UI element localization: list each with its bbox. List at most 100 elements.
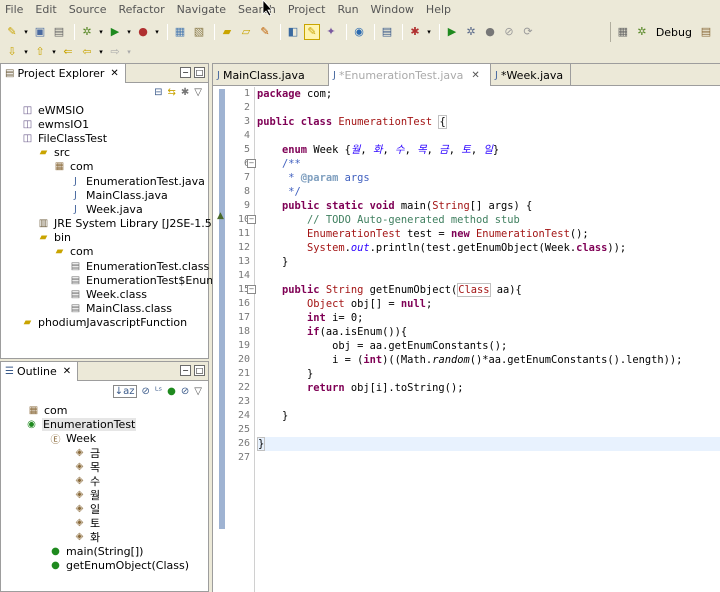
link-with-editor-icon[interactable]: ⇆ — [168, 87, 176, 98]
hide-non-public-icon[interactable]: ● — [167, 386, 176, 397]
sort-icon[interactable]: ↓az — [112, 384, 137, 398]
last-edit-location-icon[interactable]: ⇐ — [60, 44, 76, 60]
tab-mainclass-java[interactable]: J MainClass.java — [213, 64, 329, 86]
tab-week-java[interactable]: J *Week.java — [491, 64, 571, 86]
tree-item[interactable]: ▤ EnumerationTest$Enumte — [69, 273, 228, 288]
open-folder-icon[interactable]: ▱ — [238, 24, 254, 40]
tree-item[interactable]: ▤ Week.class — [69, 287, 147, 302]
hide-local-types-icon[interactable]: ⊘ — [181, 386, 189, 397]
open-perspective-icon[interactable]: ▦ — [615, 24, 631, 40]
back-icon[interactable]: ⇦ — [79, 44, 95, 60]
search-icon[interactable]: ✎ — [257, 24, 273, 40]
close-icon[interactable]: ✕ — [110, 68, 118, 79]
hide-static-icon[interactable]: ᴸˢ — [155, 386, 162, 397]
minimize-icon[interactable]: − — [180, 365, 191, 376]
mouse-cursor-icon — [262, 0, 273, 16]
hide-fields-icon[interactable]: ⊘ — [142, 386, 150, 397]
tree-item[interactable]: ◫ ewmsIO1 — [21, 117, 89, 132]
minimize-icon[interactable]: − — [180, 67, 191, 78]
run-icon[interactable]: ▶ — [107, 24, 123, 40]
dropdown-arrow-icon[interactable]: ▾ — [51, 44, 57, 60]
tree-item[interactable]: J EnumerationTest.java — [69, 174, 205, 189]
tree-item[interactable]: ▰ com — [53, 244, 94, 259]
debug-icon[interactable]: ✲ — [79, 24, 95, 40]
block-selection-icon[interactable]: ✦ — [323, 24, 339, 40]
menu-refactor[interactable]: Refactor — [114, 3, 172, 16]
dropdown-arrow-icon[interactable]: ▾ — [98, 44, 104, 60]
java-perspective-icon[interactable]: ▤ — [698, 24, 714, 40]
menu-run[interactable]: Run — [332, 3, 365, 16]
dropdown-arrow-icon[interactable]: ▾ — [126, 44, 132, 60]
fold-collapse-icon[interactable]: − — [247, 215, 256, 224]
fold-collapse-icon[interactable]: − — [247, 285, 256, 294]
menu-edit[interactable]: Edit — [30, 3, 63, 16]
debug-perspective-icon[interactable]: ✲ — [634, 24, 650, 40]
debug-perspective-label[interactable]: Debug — [656, 26, 692, 39]
tree-item[interactable]: ▥ JRE System Library [J2SE-1.5] — [37, 216, 216, 231]
dropdown-arrow-icon[interactable]: ▾ — [426, 24, 432, 40]
tab-project-explorer[interactable]: ▤ Project Explorer ✕ — [1, 64, 126, 83]
filter-icon[interactable]: ✱ — [181, 87, 189, 98]
globe-icon[interactable]: ◉ — [351, 24, 367, 40]
tree-item[interactable]: ▤ MainClass.class — [69, 301, 172, 316]
forward-icon[interactable]: ⇨ — [107, 44, 123, 60]
menu-navigate[interactable]: Navigate — [172, 3, 233, 16]
tree-item[interactable]: ▤ EnumerationTest.class — [69, 259, 209, 274]
menu-source[interactable]: Source — [64, 3, 114, 16]
server-icon[interactable]: ✱ — [407, 24, 423, 40]
dropdown-arrow-icon[interactable]: ▾ — [98, 24, 104, 40]
collapse-all-icon[interactable]: ⊟ — [154, 87, 162, 98]
tree-item[interactable]: ▰ src — [37, 145, 70, 160]
previous-annotation-icon[interactable]: ⇧ — [32, 44, 48, 60]
dropdown-arrow-icon[interactable]: ▾ — [23, 24, 29, 40]
dropdown-arrow-icon[interactable]: ▾ — [154, 24, 160, 40]
tree-item[interactable]: ▰ bin — [37, 230, 71, 245]
resume-icon[interactable]: ▶ — [444, 24, 460, 40]
menu-help[interactable]: Help — [421, 3, 458, 16]
outline-item[interactable]: ◉ EnumerationTest — [25, 417, 137, 432]
stop-icon[interactable]: ● — [482, 24, 498, 40]
menu-project[interactable]: Project — [283, 3, 333, 16]
debug-server-icon[interactable]: ✲ — [463, 24, 479, 40]
toggle-mark-icon[interactable]: ◧ — [285, 24, 301, 40]
tab-outline[interactable]: ☰ Outline ✕ — [1, 362, 79, 381]
menu-file[interactable]: File — [0, 3, 30, 16]
highlight-icon[interactable]: ✎ — [304, 23, 320, 40]
save-icon[interactable]: ▣ — [32, 24, 48, 40]
tree-item[interactable]: ▰ phodiumJavascriptFunction — [21, 315, 187, 330]
maximize-icon[interactable]: □ — [194, 67, 205, 78]
tree-item[interactable]: ◫ FileClassTest — [21, 131, 107, 146]
dropdown-arrow-icon[interactable]: ▾ — [126, 24, 132, 40]
properties-icon[interactable]: ▤ — [379, 24, 395, 40]
outline-item[interactable]: ◈ 화 — [73, 529, 100, 544]
tab-enumerationtest-java[interactable]: J *EnumerationTest.java ✕ — [329, 64, 491, 86]
outline-item[interactable]: ● main(String[]) — [49, 544, 143, 559]
new-package-icon[interactable]: ▧ — [191, 24, 207, 40]
dropdown-arrow-icon[interactable]: ▾ — [23, 44, 29, 60]
perspective-switcher[interactable]: ▦ ✲ Debug ▤ — [609, 22, 717, 42]
tree-item[interactable]: J Week.java — [69, 202, 143, 217]
external-tools-icon[interactable]: ● — [135, 24, 151, 40]
fold-collapse-icon[interactable]: − — [247, 159, 256, 168]
close-icon[interactable]: ✕ — [63, 366, 71, 377]
menu-window[interactable]: Window — [366, 3, 421, 16]
tree-item[interactable]: J MainClass.java — [69, 188, 168, 203]
new-java-project-icon[interactable]: ▦ — [172, 24, 188, 40]
next-annotation-icon[interactable]: ⇩ — [4, 44, 20, 60]
outline-item[interactable]: ▦ com — [27, 403, 68, 418]
new-icon[interactable]: ✎ — [4, 24, 20, 40]
class-file-icon: ▤ — [70, 275, 81, 286]
outline-item[interactable]: ● getEnumObject(Class) — [49, 558, 189, 573]
tree-item[interactable]: ◫ eWMSIO — [21, 103, 84, 118]
print-icon[interactable]: ▤ — [51, 24, 67, 40]
code-area[interactable]: package com; public class EnumerationTes… — [257, 87, 720, 592]
disconnect-icon[interactable]: ⊘ — [501, 24, 517, 40]
view-menu-icon[interactable]: ▽ — [194, 87, 202, 98]
close-icon[interactable]: ✕ — [471, 70, 479, 81]
open-type-icon[interactable]: ▰ — [219, 24, 235, 40]
view-menu-icon[interactable]: ▽ — [194, 386, 202, 397]
tree-item[interactable]: ▦ com — [53, 159, 94, 174]
menu-search[interactable]: Search — [233, 3, 283, 16]
maximize-icon[interactable]: □ — [194, 365, 205, 376]
publish-icon[interactable]: ⟳ — [520, 24, 536, 40]
